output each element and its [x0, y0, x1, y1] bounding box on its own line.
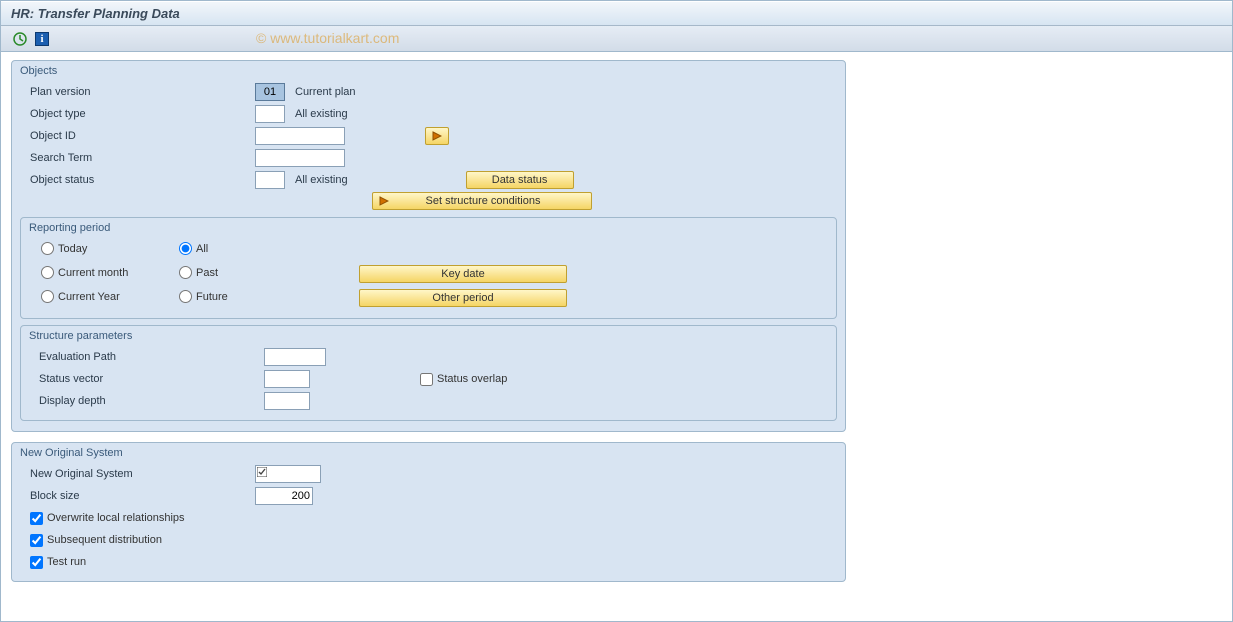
radio-past[interactable]: Past — [179, 266, 218, 279]
radio-current-month-label: Current month — [58, 267, 128, 279]
radio-current-year-label: Current Year — [58, 291, 120, 303]
object-id-label: Object ID — [20, 130, 255, 142]
status-vector-label: Status vector — [29, 373, 264, 385]
overwrite-label: Overwrite local relationships — [47, 512, 185, 524]
test-run-checkbox[interactable]: Test run — [20, 556, 86, 569]
overwrite-input[interactable] — [30, 512, 43, 525]
toolbar: i © www.tutorialkart.com — [1, 26, 1232, 52]
multiple-selection-button[interactable] — [425, 127, 449, 145]
app-window: HR: Transfer Planning Data i © www.tutor… — [0, 0, 1233, 622]
search-term-label: Search Term — [20, 152, 255, 164]
radio-today[interactable]: Today — [41, 242, 87, 255]
structure-parameters-title: Structure parameters — [21, 326, 836, 346]
radio-current-month[interactable]: Current month — [41, 266, 128, 279]
radio-all-input[interactable] — [179, 242, 192, 255]
status-overlap-label: Status overlap — [437, 373, 507, 385]
status-overlap-input[interactable] — [420, 373, 433, 386]
object-status-label: Object status — [20, 174, 255, 186]
plan-version-label: Plan version — [20, 86, 255, 98]
radio-today-input[interactable] — [41, 242, 54, 255]
radio-current-month-input[interactable] — [41, 266, 54, 279]
object-id-input[interactable] — [255, 127, 345, 145]
plan-version-input[interactable] — [255, 83, 285, 101]
search-help-icon[interactable] — [256, 466, 268, 478]
object-type-label: Object type — [20, 108, 255, 120]
plan-version-text: Current plan — [295, 86, 356, 98]
structure-parameters-group: Structure parameters Evaluation Path Sta… — [20, 325, 837, 421]
arrow-right-icon — [432, 131, 442, 141]
radio-future-input[interactable] — [179, 290, 192, 303]
search-term-input[interactable] — [255, 149, 345, 167]
new-original-system-title: New Original System — [12, 443, 845, 463]
reporting-period-group: Reporting period Today All — [20, 217, 837, 319]
radio-past-input[interactable] — [179, 266, 192, 279]
radio-today-label: Today — [58, 243, 87, 255]
radio-future-label: Future — [196, 291, 228, 303]
info-icon[interactable]: i — [35, 32, 49, 46]
data-status-button[interactable]: Data status — [466, 171, 574, 189]
page-title: HR: Transfer Planning Data — [1, 1, 1232, 26]
subsequent-input[interactable] — [30, 534, 43, 547]
radio-future[interactable]: Future — [179, 290, 228, 303]
test-run-input[interactable] — [30, 556, 43, 569]
block-size-input[interactable] — [255, 487, 313, 505]
objects-group: Objects Plan version Current plan Object… — [11, 60, 846, 432]
overwrite-checkbox[interactable]: Overwrite local relationships — [20, 512, 185, 525]
object-type-input[interactable] — [255, 105, 285, 123]
block-size-label: Block size — [20, 490, 255, 502]
content-area: Objects Plan version Current plan Object… — [1, 52, 1232, 600]
radio-all[interactable]: All — [179, 242, 208, 255]
watermark-text: © www.tutorialkart.com — [256, 30, 399, 46]
status-overlap-checkbox[interactable]: Status overlap — [420, 373, 507, 386]
evaluation-path-input[interactable] — [264, 348, 326, 366]
radio-current-year[interactable]: Current Year — [41, 290, 120, 303]
display-depth-label: Display depth — [29, 395, 264, 407]
display-depth-input[interactable] — [264, 392, 310, 410]
radio-all-label: All — [196, 243, 208, 255]
set-structure-conditions-label: Set structure conditions — [395, 195, 591, 207]
object-status-text: All existing — [295, 174, 348, 186]
new-original-system-label: New Original System — [20, 468, 255, 480]
test-run-label: Test run — [47, 556, 86, 568]
status-vector-input[interactable] — [264, 370, 310, 388]
reporting-period-title: Reporting period — [21, 218, 836, 238]
object-status-input[interactable] — [255, 171, 285, 189]
radio-current-year-input[interactable] — [41, 290, 54, 303]
new-original-system-group: New Original System New Original System … — [11, 442, 846, 582]
object-type-text: All existing — [295, 108, 348, 120]
evaluation-path-label: Evaluation Path — [29, 351, 264, 363]
key-date-button[interactable]: Key date — [359, 265, 567, 283]
objects-group-title: Objects — [12, 61, 845, 81]
subsequent-checkbox[interactable]: Subsequent distribution — [20, 534, 162, 547]
other-period-button[interactable]: Other period — [359, 289, 567, 307]
execute-icon[interactable] — [11, 30, 29, 48]
subsequent-label: Subsequent distribution — [47, 534, 162, 546]
radio-past-label: Past — [196, 267, 218, 279]
set-structure-conditions-button[interactable]: Set structure conditions — [372, 192, 592, 210]
arrow-right-icon — [373, 196, 395, 206]
